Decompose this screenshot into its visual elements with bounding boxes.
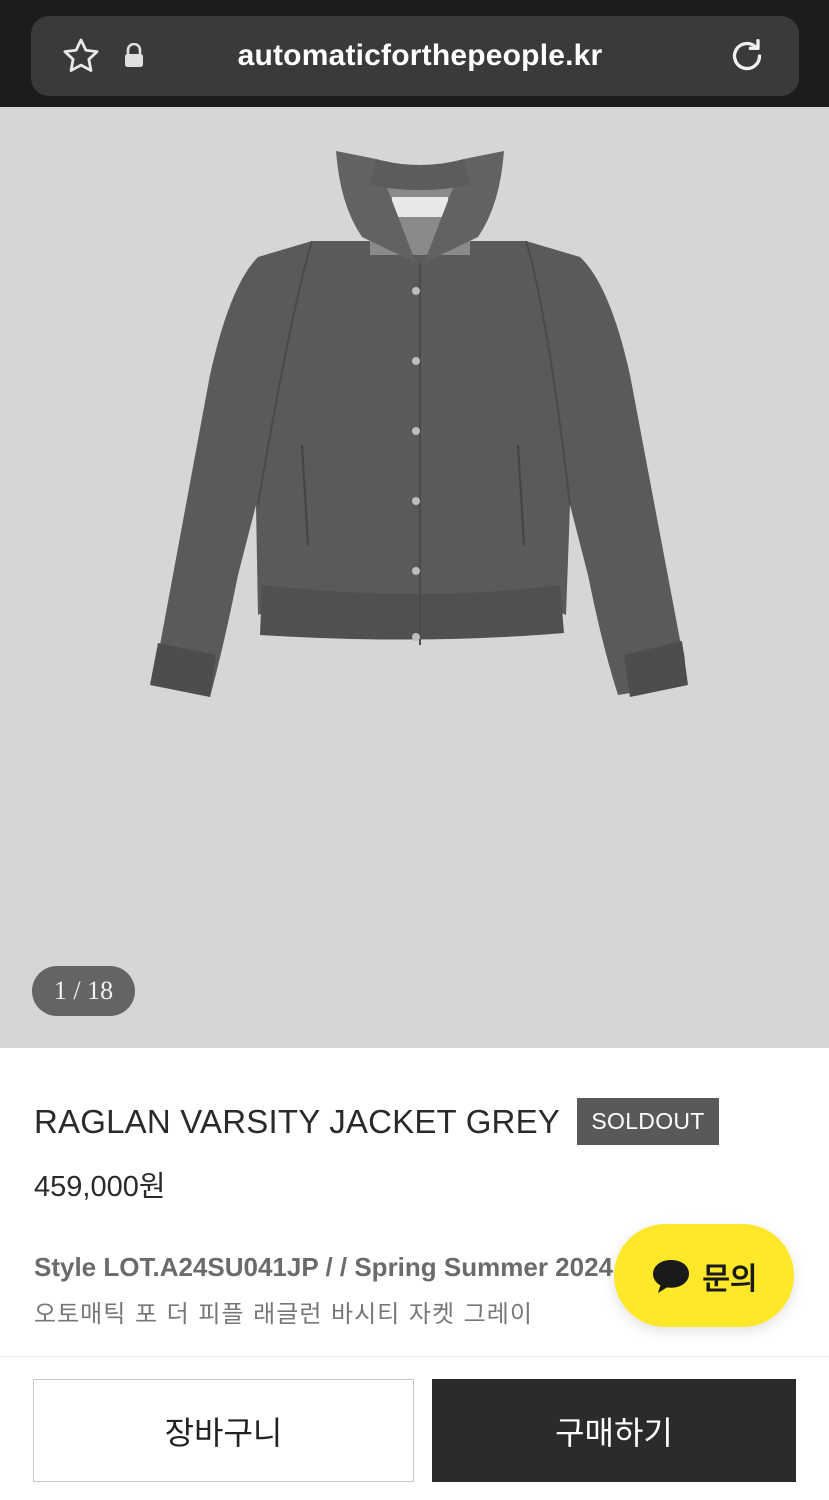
image-counter: 1 / 18	[32, 966, 135, 1016]
product-title: RAGLAN VARSITY JACKET GREY	[34, 1102, 561, 1140]
reload-icon[interactable]	[725, 16, 769, 96]
product-photo-jacket	[150, 151, 688, 697]
bottom-action-bar: 장바구니 구매하기	[0, 1356, 829, 1500]
product-image-gallery[interactable]: 1 / 18	[0, 107, 829, 1048]
browser-toolbar: automaticforthepeople.kr	[0, 0, 829, 107]
style-code-line: Style LOT.A24SU041JP / / Spring Summer 2…	[34, 1252, 613, 1282]
add-to-cart-button[interactable]: 장바구니	[33, 1379, 414, 1482]
soldout-badge: SOLDOUT	[577, 1098, 720, 1145]
url-text[interactable]: automaticforthepeople.kr	[31, 16, 799, 96]
buy-now-button[interactable]: 구매하기	[432, 1379, 796, 1482]
inquiry-label: 문의	[702, 1261, 758, 1297]
chat-bubble-icon	[653, 1259, 690, 1293]
inquiry-button[interactable]: 문의	[614, 1224, 794, 1327]
title-row: RAGLAN VARSITY JACKET GREY SOLDOUT	[34, 1098, 720, 1145]
address-bar[interactable]: automaticforthepeople.kr	[31, 16, 799, 96]
korean-product-name: 오토매틱 포 더 피플 래글런 바시티 자켓 그레이	[34, 1300, 533, 1328]
product-price: 459,000원	[34, 1171, 166, 1203]
